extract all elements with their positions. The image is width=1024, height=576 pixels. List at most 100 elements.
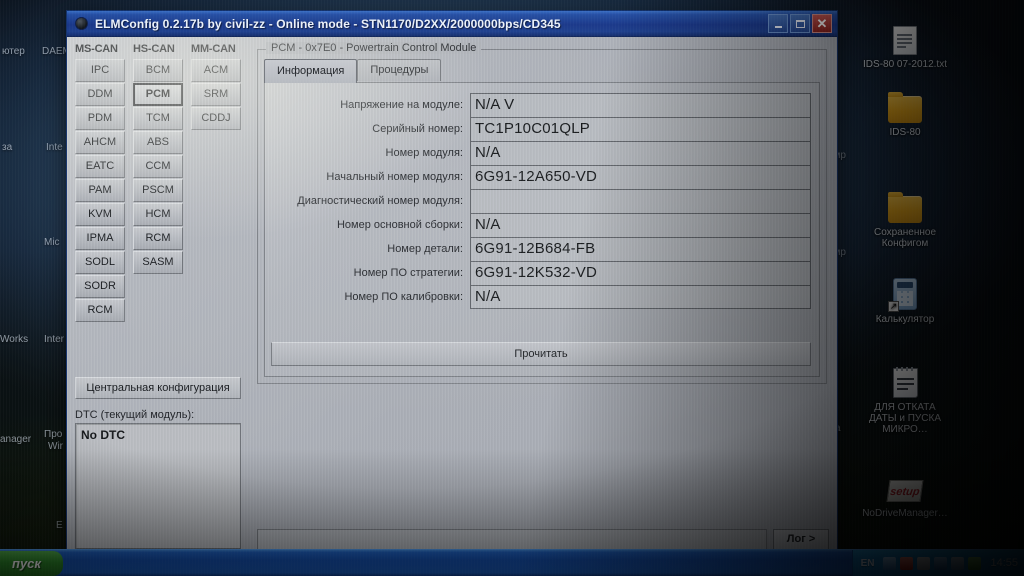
minimize-icon [774,25,782,28]
field-value-input[interactable]: N/A [470,285,811,309]
log-field[interactable] [257,529,767,550]
dtc-list-item[interactable]: No DTC [81,428,235,442]
desktop-icon-label: ДЛЯ ОТКАТА ДАТЫ и ПУСКА МИКРО… [868,402,942,435]
field-label: Номер ПО калибровки: [344,291,463,303]
central-config-button[interactable]: Центральная конфигурация [75,377,241,399]
setup-icon: setup [886,480,924,502]
module-button-ms-can-pdm[interactable]: PDM [75,107,125,130]
field-value-input[interactable]: 6G91-12A650-VD [470,165,811,189]
bus-column-header-mm-can: MM-CAN [191,43,236,55]
desktop-partial-label: Про [44,429,63,440]
module-button-ms-can-sodr[interactable]: SODR [75,275,125,298]
desktop-partial-label: Mic [44,237,60,248]
desktop-icon-label: IDS-80 [889,127,921,138]
form-row: Номер ПО стратегии: 6G91-12K532-VD [265,261,811,285]
tray-icon-battery[interactable] [968,556,982,570]
form-row: Номер детали: 6G91-12B684-FB [265,237,811,261]
module-groupbox: PCM - 0x7E0 - Powertrain Control Module … [257,42,827,384]
app-icon [75,17,88,30]
field-value-input[interactable]: N/A V [470,93,811,117]
module-button-hs-can-ccm[interactable]: CCM [133,155,183,178]
desktop-icon-label: Калькулятор [875,314,935,325]
module-button-hs-can-sasm[interactable]: SASM [133,251,183,274]
desktop-icon-nodrivemanager-setup[interactable]: setup NoDriveManager… [862,476,948,519]
desktop-partial-label: Works [0,334,29,345]
field-value-input[interactable]: 6G91-12B684-FB [470,237,811,261]
tray-icon-shield[interactable] [900,556,914,570]
module-button-ms-can-rcm[interactable]: RCM [75,299,125,322]
desktop-icon-saved-config-folder[interactable]: Сохраненное Конфигом [862,192,948,249]
desktop-icon-label: IDS-80 07-2012.txt [863,59,947,70]
module-button-mm-can-srm[interactable]: SRM [191,83,241,106]
field-label: Номер детали: [387,243,463,255]
module-button-ms-can-ipc[interactable]: IPC [75,59,125,82]
start-button[interactable]: пуск [0,550,63,576]
desktop-icon-ids80-folder[interactable]: IDS-80 [862,92,948,138]
module-button-ms-can-kvm[interactable]: KVM [75,203,125,226]
desktop-icon-label: Сохраненное Конфигом [873,227,937,249]
taskbar-clock[interactable]: 14:55 [990,557,1018,569]
module-button-ms-can-ahcm[interactable]: AHCM [75,131,125,154]
module-button-ms-can-pam[interactable]: PAM [75,179,125,202]
field-label: Начальный номер модуля: [326,171,463,183]
field-label: Диагностический номер модуля: [297,195,463,207]
log-toggle-button[interactable]: Лог > [773,529,829,550]
field-value-input[interactable]: N/A [470,213,811,237]
tab-page-information: Напряжение на модуле: N/A V Серийный номер… [264,82,820,377]
tray-icon-display[interactable] [951,556,965,570]
form-row: Номер ПО калибровки: N/A [265,285,811,309]
window-titlebar[interactable]: ELMConfig 0.2.17b by civil-zz - Online m… [67,11,837,37]
tray-icon-usb[interactable] [917,556,931,570]
module-button-hs-can-bcm[interactable]: BCM [133,59,183,82]
maximize-button[interactable] [790,14,810,33]
desktop-icon-calculator-shortcut[interactable]: ↗ Калькулятор [862,278,948,325]
field-value-input[interactable]: 6G91-12K532-VD [470,261,811,285]
field-value-input[interactable]: N/A [470,141,811,165]
desktop-partial-label: Inter [44,334,65,345]
window-client-area: MS-CAN IPC DDM PDM AHCM EATC PAM KVM IPMA SODL SOD… [67,37,837,556]
field-value-input[interactable]: TC1P10C01QLP [470,117,811,141]
form-row: Диагностический номер модуля: [265,189,811,213]
field-label: Номер ПО стратегии: [353,267,463,279]
tab-information[interactable]: Информация [264,59,358,83]
read-button[interactable]: Прочитать [271,342,811,366]
tray-icon-network[interactable] [883,556,897,570]
groupbox-title: PCM - 0x7E0 - Powertrain Control Module [266,42,482,54]
module-button-hs-can-pscm[interactable]: PSCM [133,179,183,202]
window-title: ELMConfig 0.2.17b by civil-zz - Online m… [95,16,561,31]
desktop-partial-label: ютер [2,46,25,57]
dtc-list[interactable]: No DTC [75,423,241,549]
module-button-ms-can-ddm[interactable]: DDM [75,83,125,106]
module-button-hs-can-hcm[interactable]: HCM [133,203,183,226]
module-button-hs-can-tcm[interactable]: TCM [133,107,183,130]
desktop-icon-label: NoDriveManager… [862,508,948,519]
shortcut-arrow-icon: ↗ [888,301,899,312]
module-button-ms-can-sodl[interactable]: SODL [75,251,125,274]
maximize-icon [795,19,805,28]
field-value-input[interactable] [470,189,811,213]
module-button-mm-can-acm[interactable]: ACM [191,59,241,82]
desktop-partial-label: Inte [46,142,63,153]
module-button-hs-can-rcm[interactable]: RCM [133,227,183,250]
field-label: Напряжение на модуле: [340,99,463,111]
language-indicator[interactable]: EN [861,558,875,569]
module-button-ms-can-ipma[interactable]: IPMA [75,227,125,250]
desktop-partial-label: anager [0,434,32,445]
taskbar[interactable]: пуск EN 14:55 [0,549,1024,576]
field-label: Серийный номер: [372,123,463,135]
module-button-hs-can-abs[interactable]: ABS [133,131,183,154]
desktop-icon-date-rollback-note[interactable]: ДЛЯ ОТКАТА ДАТЫ и ПУСКА МИКРО… [862,367,948,435]
field-label: Номер основной сборки: [336,219,463,231]
bus-column-header-hs-can: HS-CAN [133,43,175,55]
module-button-mm-can-cddj[interactable]: CDDJ [191,107,241,130]
desktop-icon-ids80-txt[interactable]: IDS-80 07-2012.txt [862,26,948,70]
close-button[interactable]: ✕ [812,14,832,33]
module-button-hs-can-pcm[interactable]: PCM [133,83,183,106]
tray-icon-volume[interactable] [934,556,948,570]
minimize-button[interactable] [768,14,788,33]
elmconfig-window[interactable]: ELMConfig 0.2.17b by civil-zz - Online m… [66,10,838,557]
form-row: Начальный номер модуля: 6G91-12A650-VD [265,165,811,189]
module-button-ms-can-eatc[interactable]: EATC [75,155,125,178]
tab-procedures[interactable]: Процедуры [357,59,442,81]
form-row: Номер основной сборки: N/A [265,213,811,237]
